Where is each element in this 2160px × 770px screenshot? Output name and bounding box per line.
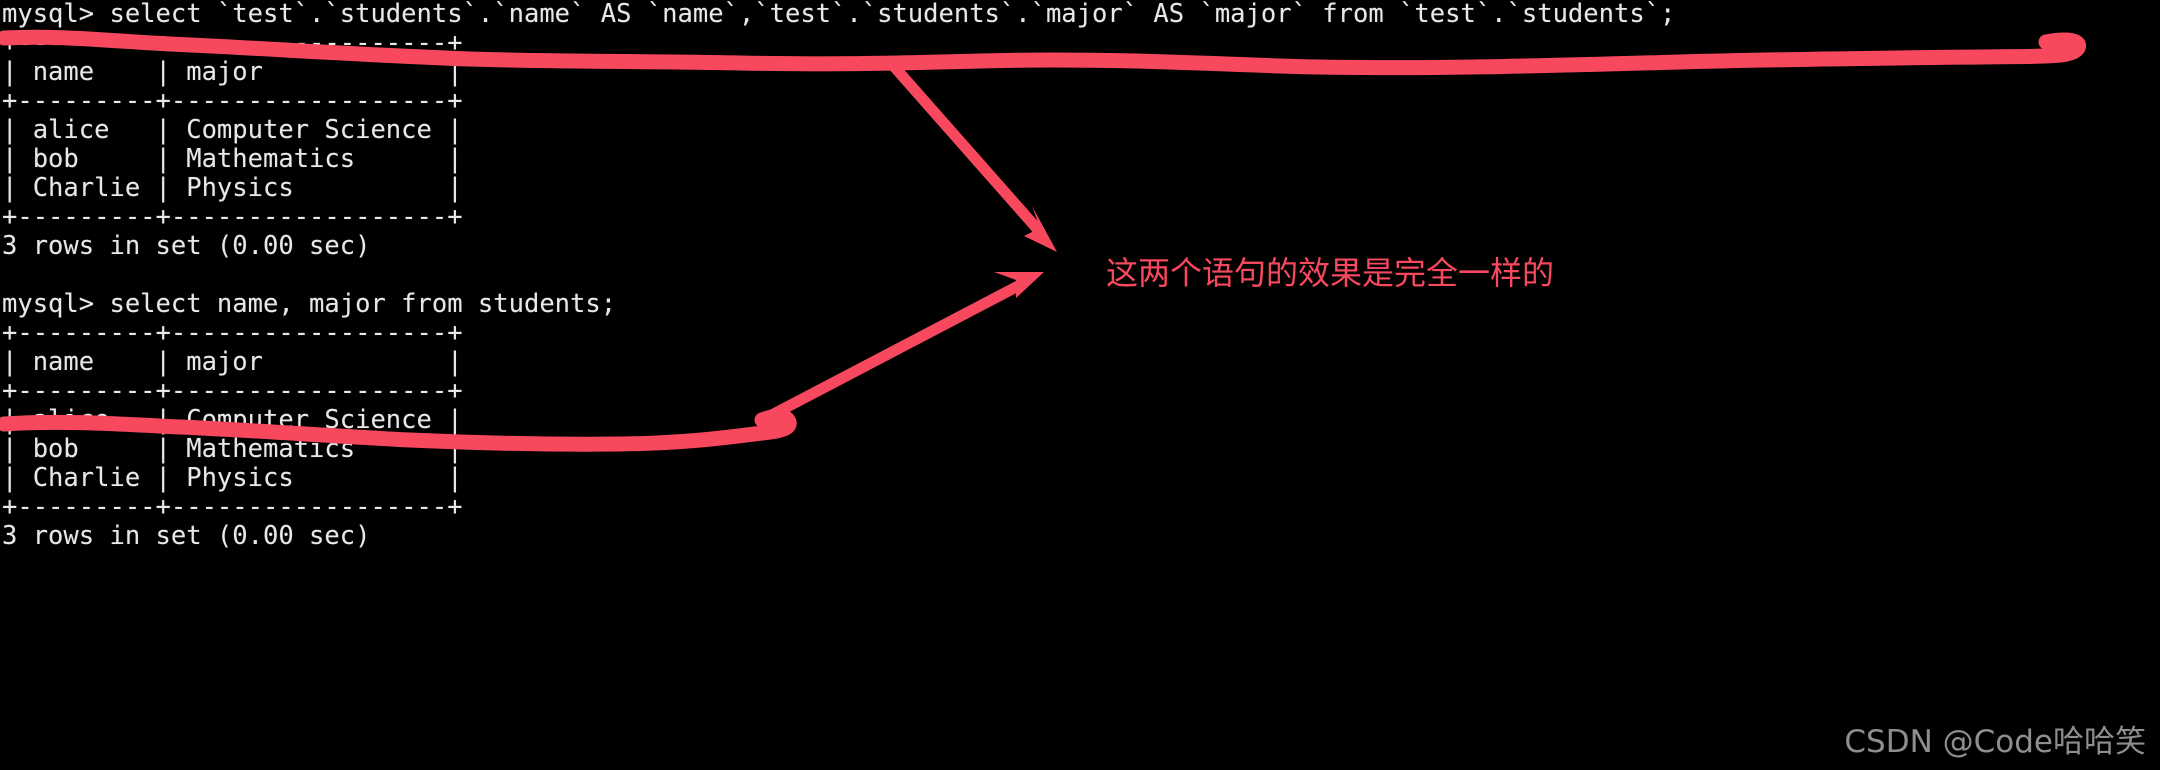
annotation-note-text: 这两个语句的效果是完全一样的 — [1106, 254, 1555, 292]
terminal-line-query-two: mysql> select name, major from students; — [2, 289, 617, 319]
terminal-line-status-1: 3 rows in set (0.00 sec) — [2, 231, 371, 261]
terminal-line-border-bot-1: +---------+------------------+ — [2, 202, 463, 232]
terminal-line-border-mid-1: +---------+------------------+ — [2, 86, 463, 116]
terminal-line-border-bot-2: +---------+------------------+ — [2, 492, 463, 522]
terminal-line-row-2-1: | alice | Computer Science | — [2, 405, 463, 435]
terminal-line-row-1-3: | Charlie | Physics | — [2, 173, 463, 203]
terminal-output[interactable]: mysql> select `test`.`students`.`name` A… — [0, 0, 2160, 770]
terminal-line-border-mid-2: +---------+------------------+ — [2, 376, 463, 406]
screenshot-root: mysql> select `test`.`students`.`name` A… — [0, 0, 2160, 770]
terminal-line-row-1-2: | bob | Mathematics | — [2, 144, 463, 174]
terminal-line-status-2: 3 rows in set (0.00 sec) — [2, 521, 371, 551]
terminal-line-query-one: mysql> select `test`.`students`.`name` A… — [2, 0, 1676, 29]
terminal-line-row-2-3: | Charlie | Physics | — [2, 463, 463, 493]
csdn-watermark: CSDN @Code哈哈笑 — [1844, 724, 2146, 760]
terminal-line-row-2-2: | bob | Mathematics | — [2, 434, 463, 464]
terminal-line-header-2: | name | major | — [2, 347, 463, 377]
terminal-line-row-1-1: | alice | Computer Science | — [2, 115, 463, 145]
terminal-line-border-top-2: +---------+------------------+ — [2, 318, 463, 348]
terminal-line-header-1: | name | major | — [2, 57, 463, 87]
terminal-line-border-top-1: +---------+------------------+ — [2, 28, 463, 58]
